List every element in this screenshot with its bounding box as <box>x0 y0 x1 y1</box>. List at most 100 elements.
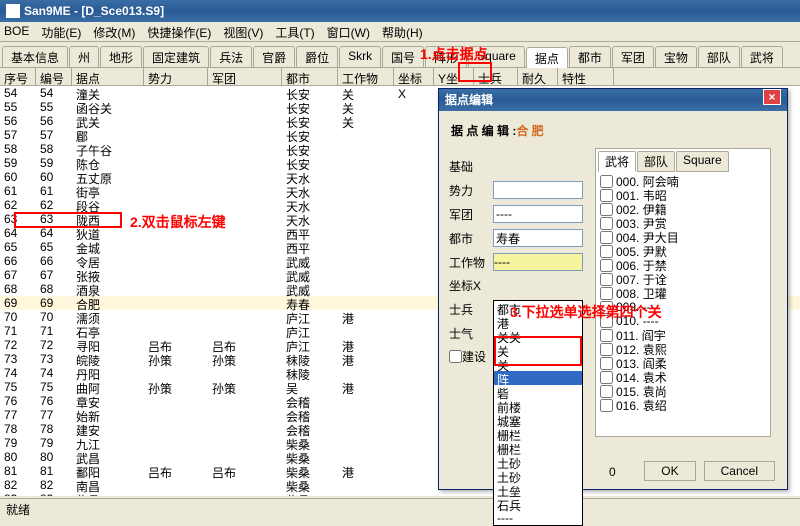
tab-都市[interactable]: 都市 <box>569 46 611 67</box>
menu-item[interactable]: 帮助(H) <box>382 24 423 39</box>
menu-item[interactable]: 视图(V) <box>223 24 263 39</box>
annotation-3-box <box>494 336 582 366</box>
annotation-1: 1.点击据点 <box>420 44 488 64</box>
wujiang-checkbox[interactable] <box>600 259 613 272</box>
juntuan-select[interactable] <box>493 205 583 223</box>
wujiang-checkbox[interactable] <box>600 371 613 384</box>
tab-官爵[interactable]: 官爵 <box>253 46 295 67</box>
wujiang-checkbox[interactable] <box>600 175 613 188</box>
dialog-title: 据点编辑 <box>445 89 493 111</box>
dialog-right-panel: 武将部队Square 000. 阿会喃001. 韦昭002. 伊籍003. 尹赏… <box>595 148 771 437</box>
wujiang-checkbox[interactable] <box>600 245 613 258</box>
right-tabs: 武将部队Square <box>598 151 768 172</box>
annotation-1-box <box>458 62 492 82</box>
menu-item[interactable]: 工具(T) <box>275 24 314 39</box>
col-header[interactable]: 序号 <box>0 68 36 85</box>
right-tab[interactable]: 武将 <box>598 151 636 172</box>
label-jichu: 基础 <box>449 158 493 175</box>
close-icon[interactable]: × <box>763 89 781 105</box>
col-header[interactable]: 工作物 <box>338 68 394 85</box>
menu-item[interactable]: 修改(M) <box>93 24 135 39</box>
table-row[interactable]: 8383柴桑柴桑 <box>0 492 800 496</box>
tab-州[interactable]: 州 <box>69 46 99 67</box>
annotation-3: 3.下拉选单选择第四个关 <box>510 302 662 322</box>
dropdown-option[interactable]: ---- <box>494 511 582 525</box>
tab-部队[interactable]: 部队 <box>698 46 740 67</box>
wujiang-checkbox[interactable] <box>600 357 613 370</box>
status-bar: 就绪 <box>0 498 800 518</box>
tab-国号[interactable]: 国号 <box>382 46 424 67</box>
label-juntuan: 军团 <box>449 206 493 223</box>
right-tab[interactable]: 部队 <box>637 151 675 172</box>
dropdown-option[interactable]: 砦 <box>494 385 582 399</box>
dropdown-option[interactable]: 阵 <box>494 371 582 385</box>
label-gzw: 工作物 <box>449 254 493 271</box>
cancel-button[interactable]: Cancel <box>704 461 775 481</box>
label-sq: 士气 <box>449 325 493 342</box>
edit-dialog: 据点编辑 × 据 点 编 辑 :合 肥 基础 势力 军团 都市 工作物 坐标X … <box>438 88 788 490</box>
wujiang-checkbox[interactable] <box>600 343 613 356</box>
tab-武将[interactable]: 武将 <box>741 46 783 67</box>
dropdown-option[interactable]: 栅栏 <box>494 427 582 441</box>
col-header[interactable]: 都市 <box>282 68 338 85</box>
col-header[interactable]: 特性 <box>558 68 614 85</box>
col-header[interactable]: 军团 <box>208 68 282 85</box>
gongzuowu-dropdown[interactable]: 都市港关关关关阵砦前楼城塞栅栏栅栏土砂土砂土垒石兵---- <box>493 300 583 526</box>
checklist-item[interactable]: 016. 袁绍 <box>598 398 768 412</box>
label-zbx: 坐标X <box>449 277 493 294</box>
label-dushi: 都市 <box>449 230 493 247</box>
dropdown-option[interactable]: 土砂 <box>494 469 582 483</box>
window-titlebar: San9ME - [D_Sce013.S9] <box>0 0 800 22</box>
tab-宝物[interactable]: 宝物 <box>655 46 697 67</box>
wujiang-checkbox[interactable] <box>600 203 613 216</box>
menu-item[interactable]: 快捷操作(E) <box>147 24 211 39</box>
tab-兵法[interactable]: 兵法 <box>210 46 252 67</box>
tab-基本信息[interactable]: 基本信息 <box>2 46 68 67</box>
right-tab[interactable]: Square <box>676 151 729 172</box>
tab-爵位[interactable]: 爵位 <box>296 46 338 67</box>
col-header[interactable]: 坐标X <box>394 68 434 85</box>
dropdown-option[interactable]: 前楼 <box>494 399 582 413</box>
dropdown-option[interactable]: 城塞 <box>494 413 582 427</box>
dropdown-option[interactable]: 土垒 <box>494 483 582 497</box>
jianshe-checkbox[interactable] <box>449 350 462 363</box>
tab-Skrk[interactable]: Skrk <box>339 46 381 67</box>
gongzuowu-select[interactable] <box>493 253 583 271</box>
wujiang-checkbox[interactable] <box>600 399 613 412</box>
checklist-item[interactable]: 008. 卫瓘 <box>598 286 768 300</box>
shili-input[interactable] <box>493 181 583 199</box>
label-sb: 士兵 <box>449 301 493 318</box>
menu-item[interactable]: BOE <box>4 24 29 39</box>
col-header[interactable]: 据点 <box>72 68 144 85</box>
annotation-2-box <box>14 212 122 228</box>
wujiang-checkbox[interactable] <box>600 385 613 398</box>
col-header[interactable]: 势力 <box>144 68 208 85</box>
wujiang-checkbox[interactable] <box>600 217 613 230</box>
ok-button[interactable]: OK <box>644 461 695 481</box>
dropdown-option[interactable]: 石兵 <box>494 497 582 511</box>
menu-item[interactable]: 窗口(W) <box>327 24 370 39</box>
count-display: 0 <box>609 465 616 479</box>
menu-item[interactable]: 功能(E) <box>41 24 81 39</box>
wujiang-checkbox[interactable] <box>600 329 613 342</box>
wujiang-checkbox[interactable] <box>600 189 613 202</box>
wujiang-checkbox[interactable] <box>600 231 613 244</box>
col-header[interactable]: 编号 <box>36 68 72 85</box>
tab-固定建筑[interactable]: 固定建筑 <box>143 46 209 67</box>
dialog-titlebar: 据点编辑 × <box>439 89 787 111</box>
dialog-heading: 据 点 编 辑 :合 肥 <box>439 111 787 148</box>
dushi-select[interactable] <box>493 229 583 247</box>
col-header[interactable]: 耐久 <box>518 68 558 85</box>
dropdown-option[interactable]: 栅栏 <box>494 441 582 455</box>
table-header: 序号编号据点势力军团都市工作物坐标XY坐标士兵耐久特性 <box>0 68 800 86</box>
window-title: San9ME - [D_Sce013.S9] <box>24 0 164 22</box>
tab-据点[interactable]: 据点 <box>526 47 568 68</box>
app-icon <box>6 4 20 18</box>
dropdown-option[interactable]: 土砂 <box>494 455 582 469</box>
main-tabs: 基本信息州地形固定建筑兵法官爵爵位Skrk国号阵形Square据点都市军团宝物部… <box>0 42 800 68</box>
menubar: BOE 功能(E) 修改(M) 快捷操作(E) 视图(V) 工具(T) 窗口(W) 帮助(H) <box>0 22 800 42</box>
wujiang-checkbox[interactable] <box>600 287 613 300</box>
tab-军团[interactable]: 军团 <box>612 46 654 67</box>
tab-地形[interactable]: 地形 <box>100 46 142 67</box>
wujiang-checkbox[interactable] <box>600 273 613 286</box>
